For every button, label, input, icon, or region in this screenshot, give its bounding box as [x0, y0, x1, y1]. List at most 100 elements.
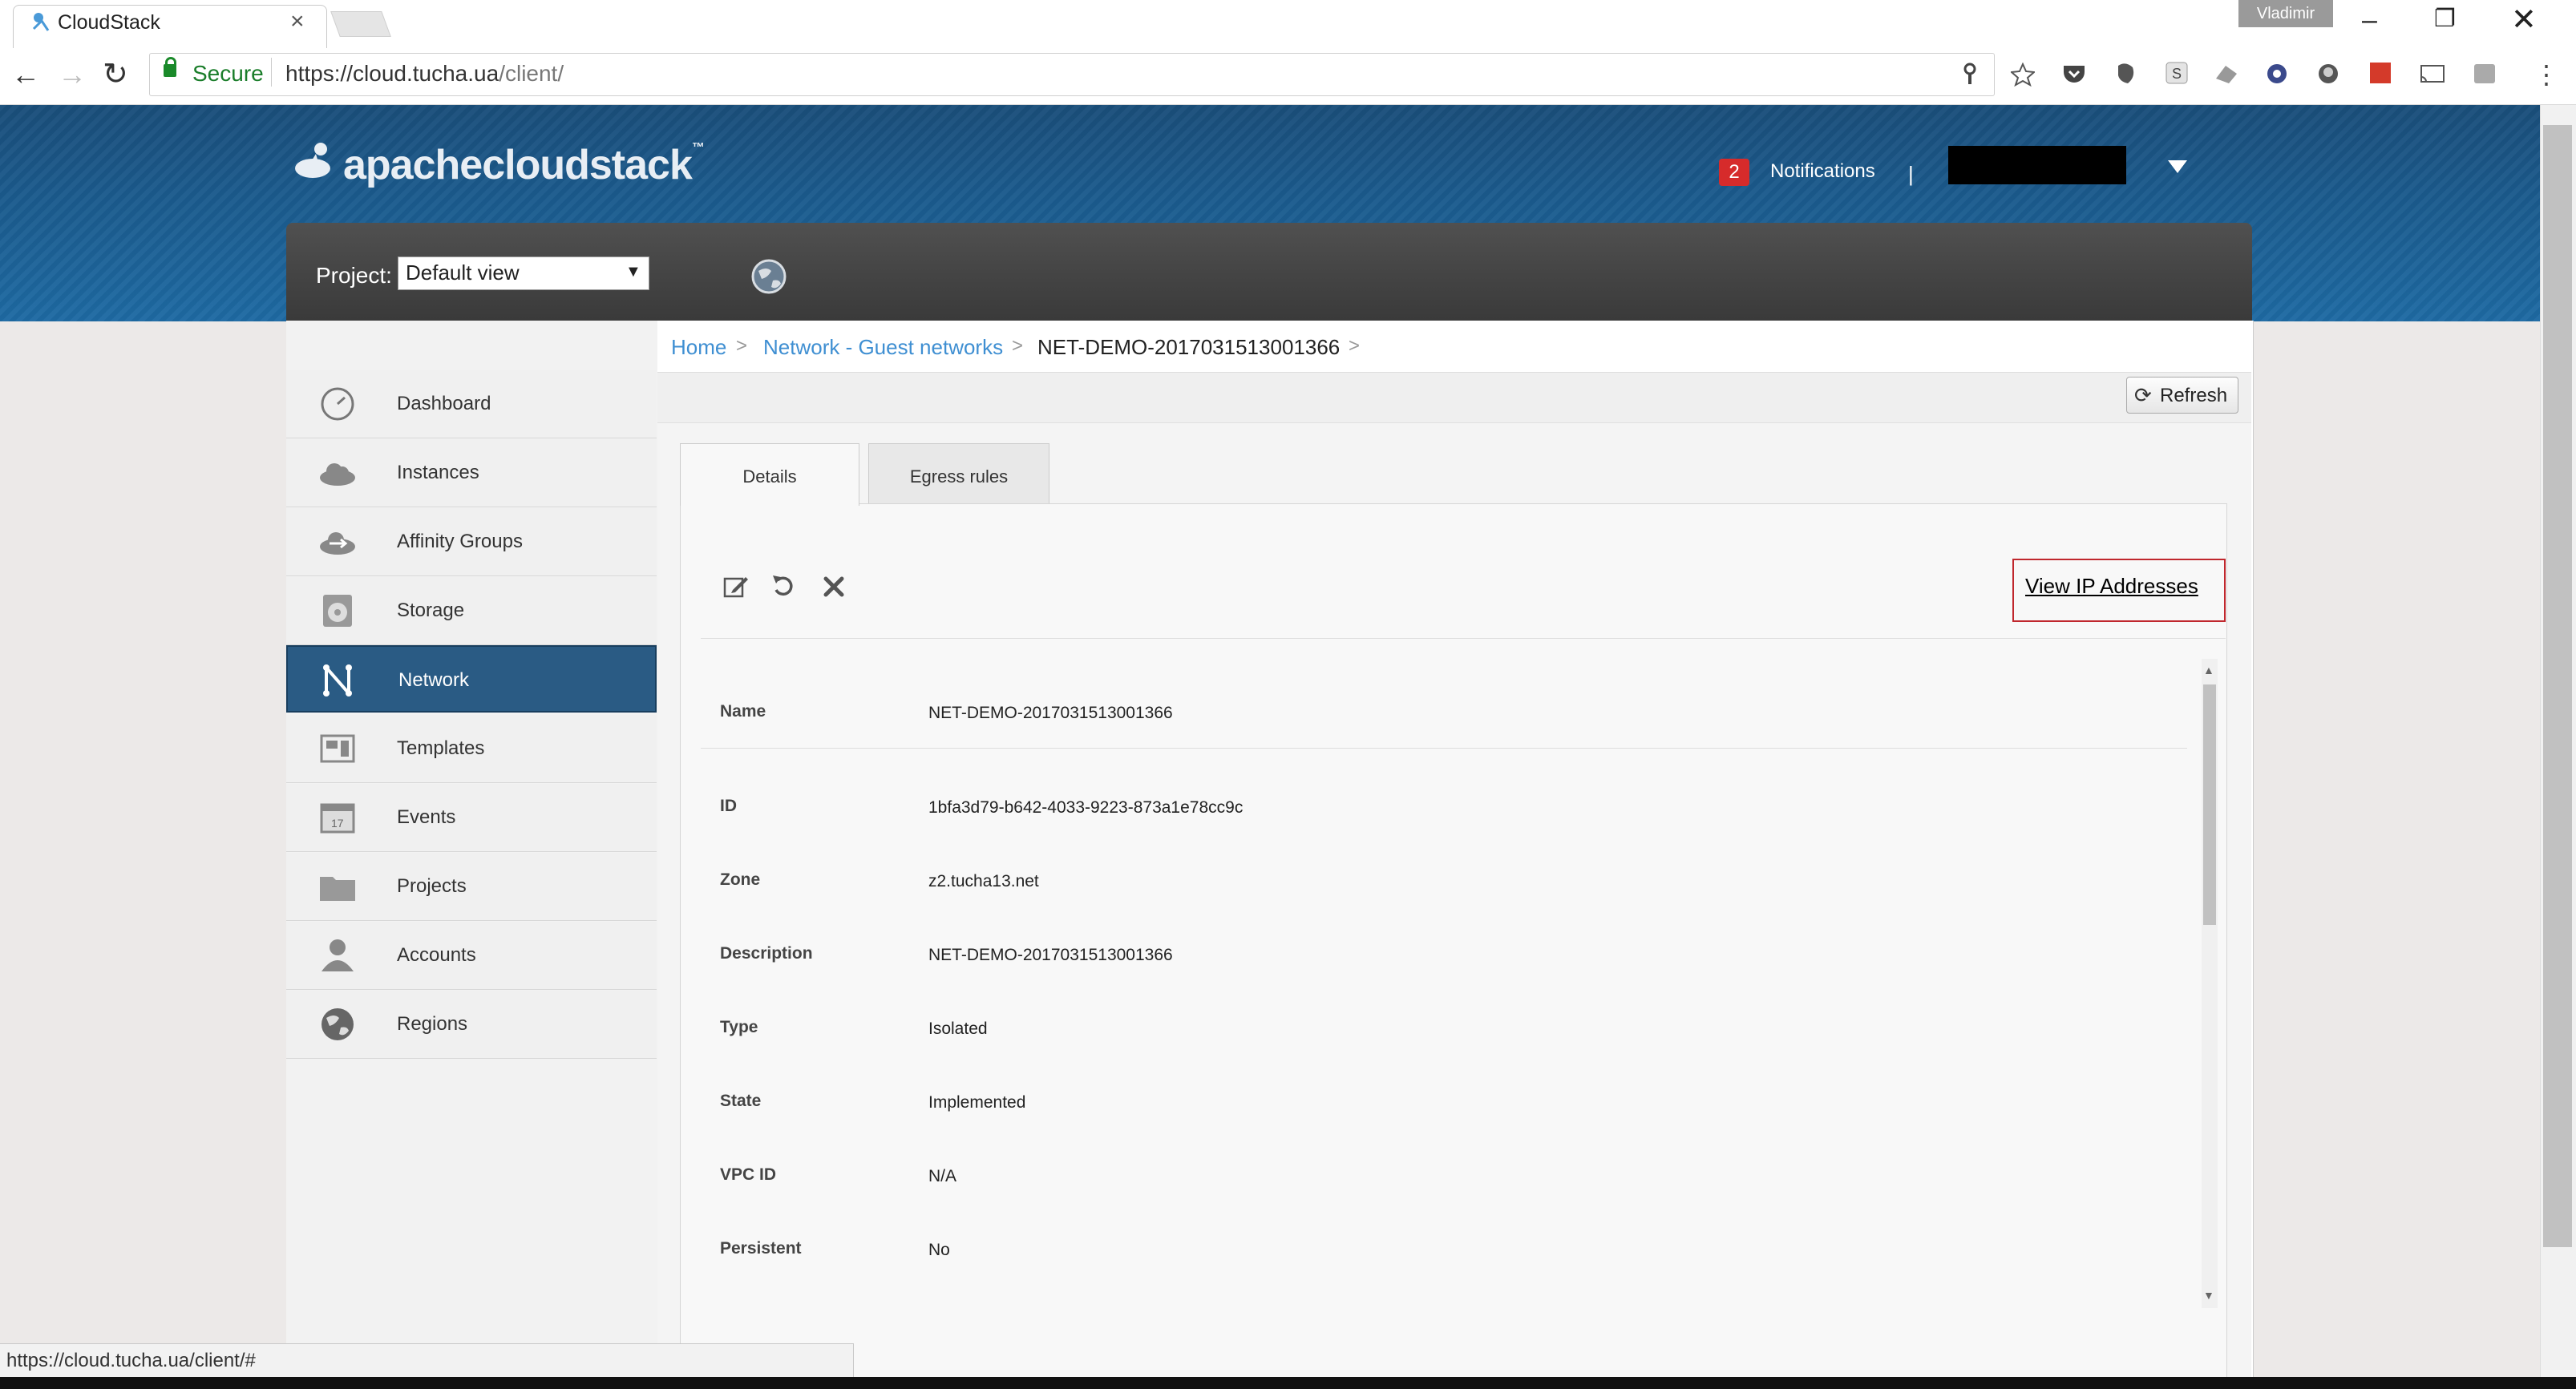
- breadcrumb-current: NET-DEMO-2017031513001366: [1037, 335, 1341, 359]
- sidebar-item-events[interactable]: 17 Events: [286, 784, 657, 852]
- user-menu-chevron-down-icon[interactable]: [2168, 160, 2187, 173]
- secure-label: Secure: [192, 61, 264, 86]
- cloudstack-logo-text[interactable]: apachecloudstack™: [343, 141, 705, 189]
- sidebar-item-label: Dashboard: [397, 393, 491, 414]
- detail-label-state: State: [720, 1092, 762, 1110]
- detail-value-description: NET-DEMO-2017031513001366: [928, 946, 1173, 964]
- detail-value-persistent: No: [928, 1241, 950, 1259]
- breadcrumb-separator: >: [736, 335, 748, 357]
- edit-icon[interactable]: [723, 574, 749, 600]
- sidebar-item-projects[interactable]: Projects: [286, 853, 657, 921]
- sidebar-item-regions[interactable]: Regions: [286, 991, 657, 1059]
- affinity-icon: [320, 532, 355, 555]
- restore-icon[interactable]: ❐: [2434, 5, 2456, 33]
- sidebar-item-label: Templates: [397, 737, 485, 759]
- taskbar-strip: [0, 1377, 2576, 1389]
- refresh-label: Refresh: [2160, 385, 2228, 406]
- detail-label-description: Description: [720, 944, 813, 963]
- cloudstack-logo-icon: [295, 143, 330, 178]
- ghost-extension-icon[interactable]: [2317, 63, 2339, 85]
- view-ip-addresses-link[interactable]: View IP Addresses: [2025, 574, 2198, 599]
- tab-label: Details: [742, 466, 797, 487]
- detail-value-zone: z2.tucha13.net: [928, 872, 1039, 890]
- url-host: https://cloud.tucha.ua: [285, 61, 499, 86]
- back-arrow-icon[interactable]: ←: [11, 58, 40, 91]
- tab-label: Egress rules: [909, 466, 1009, 487]
- shield-extension-icon[interactable]: [2266, 63, 2288, 85]
- breadcrumb-separator: >: [1012, 335, 1024, 357]
- breadcrumb-home[interactable]: Home: [671, 335, 726, 360]
- sidebar-item-instances[interactable]: Instances: [286, 439, 657, 507]
- cloudstack-favicon-icon: [32, 13, 50, 31]
- detail-value-state: Implemented: [928, 1093, 1026, 1112]
- lock-icon: [164, 64, 176, 77]
- restart-icon[interactable]: [771, 574, 795, 600]
- tab-details[interactable]: Details: [680, 443, 859, 506]
- detail-label-name: Name: [720, 702, 766, 721]
- bookmark-star-icon[interactable]: [2011, 63, 2035, 87]
- dashboard-icon: [321, 387, 354, 421]
- sidebar-item-label: Accounts: [397, 944, 476, 966]
- breadcrumb-network[interactable]: Network - Guest networks: [763, 335, 1003, 360]
- sidebar-item-accounts[interactable]: Accounts: [286, 922, 657, 990]
- window-close-icon[interactable]: ✕: [2511, 2, 2537, 38]
- detail-value-id: 1bfa3d79-b642-4033-9223-873a1e78cc9c: [928, 798, 1244, 817]
- tab-title: CloudStack: [58, 11, 160, 34]
- new-tab-button[interactable]: [330, 11, 391, 37]
- scroll-down-icon[interactable]: ▼: [2203, 1289, 2214, 1302]
- globe-icon[interactable]: [750, 258, 787, 295]
- sidebar-item-label: Affinity Groups: [397, 531, 523, 552]
- s-extension-icon[interactable]: S: [2165, 61, 2189, 85]
- detail-value-name: NET-DEMO-2017031513001366: [928, 704, 1173, 722]
- bird-extension-icon[interactable]: [2214, 63, 2238, 85]
- detail-label-vpc-id: VPC ID: [720, 1165, 777, 1184]
- logo-wordmark: apachecloudstack: [343, 142, 693, 188]
- cloud-icon: [320, 463, 355, 486]
- url-divider: [271, 58, 272, 87]
- divider: [701, 748, 2187, 749]
- pocket-extension-icon[interactable]: [2062, 63, 2086, 85]
- reload-icon[interactable]: ↻: [103, 56, 128, 92]
- logo-trademark: ™: [691, 141, 705, 155]
- header-separator: |: [1908, 162, 1914, 186]
- project-label: Project:: [316, 263, 392, 288]
- key-icon[interactable]: [1961, 63, 1979, 87]
- storage-icon: [323, 595, 352, 627]
- scroll-up-icon[interactable]: ▲: [2203, 664, 2214, 676]
- gray-extension-icon[interactable]: [2473, 63, 2497, 85]
- sidebar-item-network[interactable]: Network: [286, 645, 657, 713]
- status-url: https://cloud.tucha.ua/client/#: [6, 1350, 256, 1371]
- detail-value-type: Isolated: [928, 1020, 988, 1038]
- project-select-value: Default view: [406, 260, 520, 285]
- sidebar-item-label: Storage: [397, 600, 465, 621]
- network-icon: [323, 664, 352, 697]
- sidebar-item-label: Events: [397, 806, 456, 828]
- delete-icon[interactable]: [823, 575, 845, 598]
- divider: [701, 638, 2226, 639]
- cast-icon[interactable]: [2420, 63, 2445, 85]
- sidebar-item-dashboard[interactable]: Dashboard: [286, 370, 657, 438]
- url-path: /client/: [499, 61, 564, 86]
- detail-label-zone: Zone: [720, 870, 761, 889]
- minimize-icon[interactable]: –: [2362, 5, 2377, 36]
- details-scrollbar-thumb[interactable]: [2203, 684, 2216, 925]
- browser-menu-icon[interactable]: ⋮: [2534, 59, 2559, 90]
- tab-close-icon[interactable]: ×: [290, 8, 305, 35]
- sidebar-item-templates[interactable]: Templates: [286, 715, 657, 783]
- sidebar-item-label: Regions: [397, 1013, 468, 1035]
- window-user-badge[interactable]: Vladimir: [2238, 0, 2333, 27]
- notifications-count-badge[interactable]: 2: [1719, 159, 1749, 186]
- details-panel: [680, 503, 2227, 1389]
- red-extension-icon[interactable]: [2368, 61, 2392, 85]
- forward-arrow-icon[interactable]: →: [58, 58, 87, 91]
- templates-icon: [320, 734, 355, 763]
- user-name-redacted[interactable]: [1948, 146, 2126, 184]
- folder-icon: [320, 877, 355, 901]
- tab-egress-rules[interactable]: Egress rules: [868, 443, 1049, 504]
- sidebar-item-affinity-groups[interactable]: Affinity Groups: [286, 508, 657, 576]
- url-text[interactable]: https://cloud.tucha.ua/client/: [285, 61, 564, 87]
- page-scrollbar-thumb[interactable]: [2543, 125, 2572, 1247]
- evernote-extension-icon[interactable]: [2113, 61, 2137, 85]
- sidebar-item-storage[interactable]: Storage: [286, 577, 657, 645]
- notifications-link[interactable]: Notifications: [1770, 160, 1875, 183]
